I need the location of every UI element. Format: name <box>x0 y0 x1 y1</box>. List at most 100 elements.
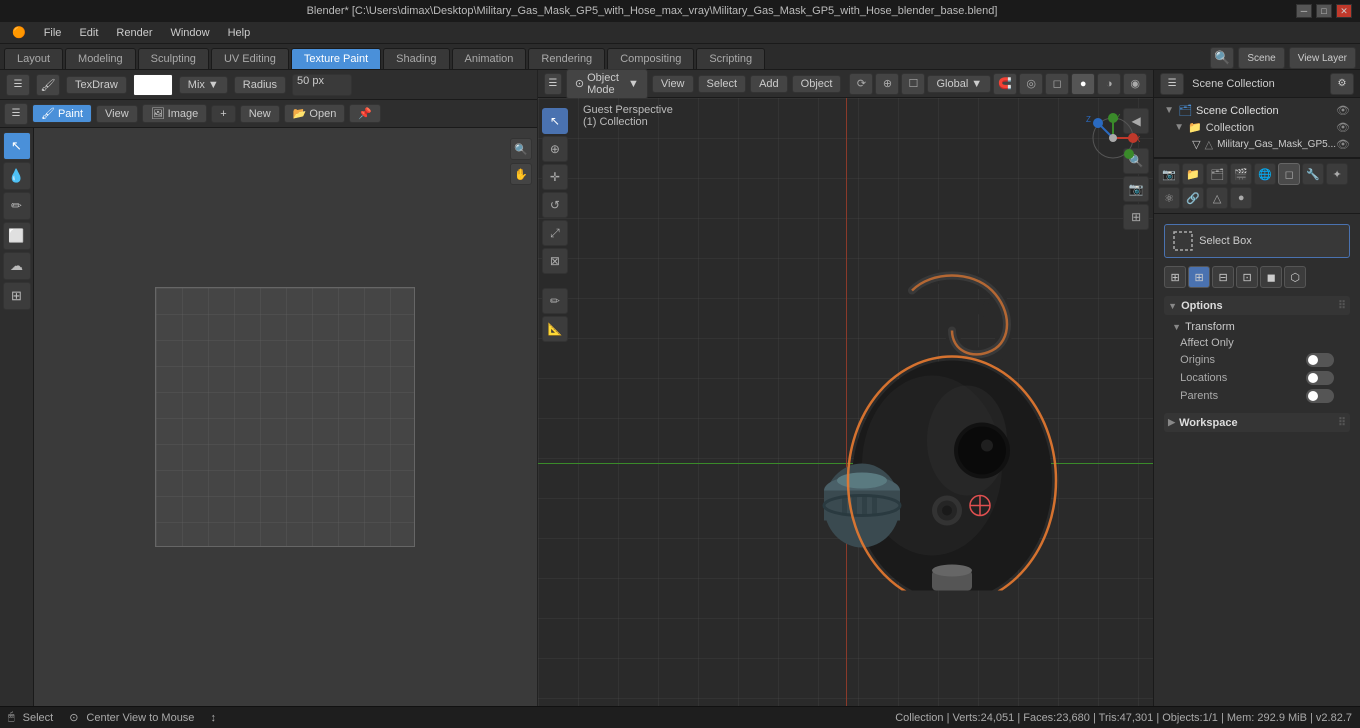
xray-icon[interactable]: ☐ <box>901 73 925 95</box>
tool-paint-bucket[interactable]: 💧 <box>3 162 31 190</box>
shading-solid[interactable]: ● <box>1071 73 1095 95</box>
object-menu-button[interactable]: Object <box>792 75 842 93</box>
workspace-title[interactable]: ▶ Workspace ⠿ <box>1164 413 1350 432</box>
add-image-button[interactable]: + <box>211 105 235 123</box>
options-title[interactable]: ▼ Options ⠿ <box>1164 296 1350 315</box>
vp-tool-scale[interactable]: ⤢ <box>542 220 568 246</box>
vp-header-icon[interactable]: ☰ <box>544 73 562 95</box>
close-button[interactable]: ✕ <box>1336 4 1352 18</box>
view-menu-button[interactable]: View <box>652 75 694 93</box>
vp-tool-transform[interactable]: ⊠ <box>542 248 568 274</box>
scene-collection-item[interactable]: ▼ 🗂 Scene Collection 👁 <box>1160 102 1354 119</box>
tab-animation[interactable]: Animation <box>452 48 527 69</box>
header-mode-icon[interactable]: ☰ <box>6 74 30 96</box>
tab-uv-editing[interactable]: UV Editing <box>211 48 289 69</box>
vp-tool-select[interactable]: ↖ <box>542 108 568 134</box>
new-button[interactable]: New <box>240 105 280 123</box>
transform-space[interactable]: Global▼ <box>927 75 991 93</box>
open-button[interactable]: 📂 Open <box>284 104 346 123</box>
vp-tool-move[interactable]: ✛ <box>542 164 568 190</box>
select-menu-button[interactable]: Select <box>698 75 747 93</box>
menu-blender[interactable]: 🟠 <box>4 24 34 41</box>
shading-mode-4[interactable]: ⊡ <box>1236 266 1258 288</box>
data-props-icon[interactable]: △ <box>1206 187 1228 209</box>
constraints-props-icon[interactable]: 🔗 <box>1182 187 1204 209</box>
view-layer-props-icon[interactable]: 🗂 <box>1206 163 1228 185</box>
pan-icon[interactable]: ✋ <box>510 163 532 185</box>
material-props-icon[interactable]: ● <box>1230 187 1252 209</box>
tab-rendering[interactable]: Rendering <box>528 48 605 69</box>
collection-eye-icon[interactable]: 👁 <box>1336 121 1350 134</box>
vp-tool-measure[interactable]: 📐 <box>542 316 568 342</box>
overlays-icon[interactable]: ⊕ <box>875 73 899 95</box>
uv-canvas[interactable] <box>155 287 415 547</box>
tab-shading[interactable]: Shading <box>383 48 449 69</box>
modifier-props-icon[interactable]: 🔧 <box>1302 163 1324 185</box>
image-button[interactable]: 🖼 Image <box>142 104 208 123</box>
add-menu-button[interactable]: Add <box>750 75 788 93</box>
color-swatch[interactable] <box>133 74 173 96</box>
object-mode-dropdown[interactable]: ⊙ Object Mode ▼ <box>566 69 648 99</box>
shading-mode-2[interactable]: ⊞ <box>1188 266 1210 288</box>
nav-gizmo[interactable]: X Y Z <box>1083 108 1143 168</box>
particles-props-icon[interactable]: ✦ <box>1326 163 1348 185</box>
tool-smear[interactable]: ☁ <box>3 252 31 280</box>
menu-help[interactable]: Help <box>220 25 259 41</box>
vp-render-region[interactable]: ⊞ <box>1123 204 1149 230</box>
filter-icon[interactable]: ⚙ <box>1330 73 1354 95</box>
scene-collection-eye-icon[interactable]: 👁 <box>1336 104 1350 117</box>
shading-wire[interactable]: ◻ <box>1045 73 1069 95</box>
tab-sculpting[interactable]: Sculpting <box>138 48 209 69</box>
search-button[interactable]: 🔍 <box>1210 47 1234 69</box>
shading-render[interactable]: ◉ <box>1123 73 1147 95</box>
shading-material[interactable]: ◑ <box>1097 73 1121 95</box>
header-left-icon[interactable]: ☰ <box>4 103 28 125</box>
tab-layout[interactable]: Layout <box>4 48 63 69</box>
outliner-icon[interactable]: ☰ <box>1160 73 1184 95</box>
transform-title[interactable]: ▼ Transform <box>1172 319 1342 335</box>
radius-input[interactable]: 50 px <box>292 74 352 96</box>
physics-props-icon[interactable]: ⚛ <box>1158 187 1180 209</box>
select-box-item[interactable]: Select Box <box>1164 224 1350 258</box>
vp-tool-cursor[interactable]: ⊕ <box>542 136 568 162</box>
tab-modeling[interactable]: Modeling <box>65 48 136 69</box>
tool-draw[interactable]: ✏ <box>3 192 31 220</box>
blend-mode-dropdown[interactable]: Mix ▼ <box>179 76 228 94</box>
shading-mode-6[interactable]: ⬡ <box>1284 266 1306 288</box>
menu-window[interactable]: Window <box>162 25 217 41</box>
scene-props-icon[interactable]: 🎬 <box>1230 163 1252 185</box>
tool-fill[interactable]: ⬜ <box>3 222 31 250</box>
menu-file[interactable]: File <box>36 25 70 41</box>
object-item[interactable]: ▽ △ Military_Gas_Mask_GP5... 👁 <box>1160 136 1354 153</box>
collection-item[interactable]: ▼ 📁 Collection 👁 <box>1160 119 1354 136</box>
tool-name-button[interactable]: TexDraw <box>66 76 127 94</box>
object-eye-icon[interactable]: 👁 <box>1336 138 1350 151</box>
tab-compositing[interactable]: Compositing <box>607 48 694 69</box>
paint-button[interactable]: 🖌 Paint <box>32 104 92 123</box>
minimize-button[interactable]: ─ <box>1296 4 1312 18</box>
proportional-edit-icon[interactable]: ◎ <box>1019 73 1043 95</box>
world-props-icon[interactable]: 🌐 <box>1254 163 1276 185</box>
scene-selector[interactable]: Scene <box>1238 47 1284 69</box>
snap-icon[interactable]: 🧲 <box>993 73 1017 95</box>
zoom-in-icon[interactable]: 🔍 <box>510 138 532 160</box>
vp-tool-rotate[interactable]: ↺ <box>542 192 568 218</box>
view-layer-selector[interactable]: View Layer <box>1289 47 1356 69</box>
locations-toggle[interactable] <box>1306 371 1334 385</box>
pin-button[interactable]: 📌 <box>349 104 381 123</box>
parents-toggle[interactable] <box>1306 389 1334 403</box>
maximize-button[interactable]: □ <box>1316 4 1332 18</box>
render-props-icon[interactable]: 📷 <box>1158 163 1180 185</box>
view-button[interactable]: View <box>96 105 138 123</box>
menu-render[interactable]: Render <box>108 25 160 41</box>
gizmo-icon[interactable]: ⟳ <box>849 73 873 95</box>
tab-texture-paint[interactable]: Texture Paint <box>291 48 381 69</box>
tool-clone[interactable]: ⊞ <box>3 282 31 310</box>
paint-mode-icon[interactable]: 🖌 <box>36 74 60 96</box>
shading-mode-3[interactable]: ⊟ <box>1212 266 1234 288</box>
shading-mode-5[interactable]: ◼ <box>1260 266 1282 288</box>
vp-tool-annotate[interactable]: ✏ <box>542 288 568 314</box>
shading-mode-1[interactable]: ⊞ <box>1164 266 1186 288</box>
menu-edit[interactable]: Edit <box>71 25 106 41</box>
tab-scripting[interactable]: Scripting <box>696 48 765 69</box>
